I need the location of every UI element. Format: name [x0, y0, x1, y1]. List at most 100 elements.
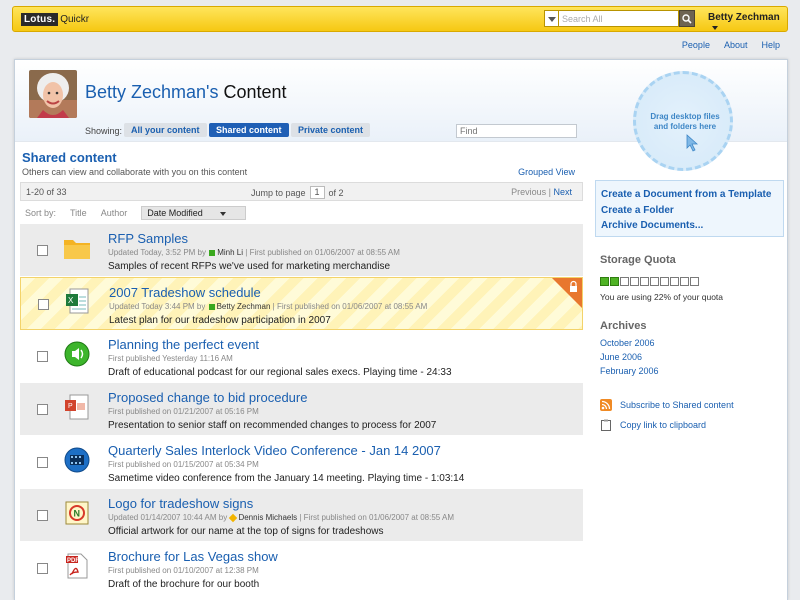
svg-text:X: X [68, 296, 74, 305]
select-checkbox[interactable] [38, 299, 49, 310]
tab-shared-content[interactable]: Shared content [209, 123, 289, 137]
quota-segment [630, 277, 639, 286]
item-title[interactable]: Logo for tradeshow signs [108, 496, 253, 511]
content-panel: Betty Zechman's Content Showing: All you… [14, 59, 788, 600]
drop-zone-text: Drag desktop files and folders here [650, 112, 720, 131]
meta-author[interactable]: Minh Li [217, 248, 243, 257]
user-menu[interactable]: Betty Zechman [708, 12, 787, 34]
list-item[interactable]: Planning the perfect event First publish… [20, 330, 583, 383]
create-document-template-link[interactable]: Create a Document from a Template [601, 187, 783, 203]
meta-prefix: Updated 01/14/2007 10:44 AM by [108, 513, 228, 522]
select-checkbox[interactable] [37, 245, 48, 256]
next-link[interactable]: Next [553, 187, 572, 197]
storage-quota-text: You are using 22% of your quota [600, 292, 724, 302]
select-checkbox[interactable] [37, 510, 48, 521]
tab-private-content[interactable]: Private content [291, 123, 371, 137]
chevron-down-icon [712, 26, 718, 31]
sort-author[interactable]: Author [101, 208, 128, 218]
meta-suffix: | First published on 01/06/2007 at 08:55… [272, 302, 428, 311]
item-description: Draft of educational podcast for our reg… [108, 367, 452, 378]
item-description: Draft of the brochure for our booth [108, 579, 260, 590]
previous-link[interactable]: Previous [511, 187, 546, 197]
create-folder-link[interactable]: Create a Folder [601, 203, 783, 219]
people-link[interactable]: People [682, 40, 710, 50]
item-meta: First published on 01/21/2007 at 05:16 P… [108, 407, 259, 416]
spreadsheet-icon: X [64, 288, 92, 316]
storage-quota-meter [600, 277, 699, 286]
select-checkbox[interactable] [37, 563, 48, 574]
search-input[interactable] [558, 10, 679, 27]
about-link[interactable]: About [724, 40, 748, 50]
copy-link-label: Copy link to clipboard [620, 420, 707, 430]
quota-segment [600, 277, 609, 286]
meta-prefix: Updated Today 3:44 PM by [109, 302, 206, 311]
meta-prefix: First published on 01/15/2007 at 05:34 P… [108, 460, 259, 469]
search-button[interactable] [679, 10, 695, 27]
result-range: 1-20 of 33 [26, 187, 67, 197]
find-input[interactable] [456, 124, 577, 138]
item-title[interactable]: Planning the perfect event [108, 337, 259, 352]
avatar[interactable] [29, 70, 77, 118]
video-icon [63, 446, 91, 474]
page-number-input[interactable]: 1 [309, 186, 325, 199]
svg-text:P: P [68, 403, 73, 410]
list-item[interactable]: Quarterly Sales Interlock Video Conferen… [20, 436, 583, 489]
tab-all-content[interactable]: All your content [124, 123, 207, 137]
item-title[interactable]: 2007 Tradeshow schedule [109, 285, 261, 300]
list-item[interactable]: P Proposed change to bid procedure First… [20, 383, 583, 436]
subscribe-link[interactable]: Subscribe to Shared content [600, 399, 734, 411]
section-subtitle: Others can view and collaborate with you… [22, 167, 248, 177]
help-link[interactable]: Help [761, 40, 780, 50]
top-bar: Lotus. Quickr Betty Zechman [12, 6, 788, 32]
storage-quota-heading: Storage Quota [600, 254, 676, 266]
meta-author[interactable]: Betty Zechman [217, 302, 271, 311]
archive-link-february-2006[interactable]: February 2006 [600, 366, 659, 376]
item-description: Sametime video conference from the Janua… [108, 473, 465, 484]
select-checkbox[interactable] [37, 351, 48, 362]
folder-icon [63, 234, 91, 262]
meta-prefix: First published on 01/21/2007 at 05:16 P… [108, 407, 259, 416]
item-title[interactable]: RFP Samples [108, 231, 188, 246]
item-description: Samples of recent RFPs we've used for ma… [108, 261, 391, 272]
list-item[interactable]: RFP Samples Updated Today, 3:52 PM by Mi… [20, 224, 583, 277]
rss-icon [600, 399, 612, 411]
archive-link-october-2006[interactable]: October 2006 [600, 338, 655, 348]
item-title[interactable]: Brochure for Las Vegas show [108, 549, 278, 564]
select-checkbox[interactable] [37, 457, 48, 468]
sort-title[interactable]: Title [70, 208, 87, 218]
sort-active-label: Date Modified [147, 208, 203, 218]
item-meta: Updated Today 3:44 PM by Betty Zechman |… [109, 302, 427, 311]
search-scope-dropdown[interactable] [544, 10, 558, 27]
archive-documents-link[interactable]: Archive Documents... [601, 218, 783, 234]
page-title-owner: Betty Zechman's [85, 82, 219, 102]
meta-author[interactable]: Dennis Michaels [238, 513, 297, 522]
file-drop-zone[interactable]: Drag desktop files and folders here [633, 71, 733, 171]
item-title[interactable]: Proposed change to bid procedure [108, 390, 307, 405]
list-item[interactable]: X 2007 Tradeshow schedule Updated Today … [20, 277, 583, 330]
pdf-icon: PDF [63, 552, 91, 580]
actions-panel: Create a Document from a Template Create… [595, 180, 784, 237]
page-title: Betty Zechman's Content [85, 82, 287, 103]
sort-date-modified[interactable]: Date Modified [141, 206, 246, 220]
online-status-icon [209, 249, 216, 256]
list-item[interactable]: N Logo for tradeshow signs Updated 01/14… [20, 489, 583, 542]
list-item[interactable]: PDF Brochure for Las Vegas show First pu… [20, 542, 583, 595]
page-title-suffix: Content [223, 82, 287, 102]
archives-heading: Archives [600, 320, 647, 332]
copy-link-button[interactable]: Copy link to clipboard [600, 419, 706, 431]
pager-nav: Previous | Next [511, 187, 572, 197]
product-logo[interactable]: Lotus. Quickr [21, 12, 89, 27]
item-title[interactable]: Quarterly Sales Interlock Video Conferen… [108, 443, 441, 458]
jump-label: Jump to page [251, 187, 306, 198]
chevron-down-icon [219, 211, 226, 216]
podcast-icon [63, 340, 91, 368]
grouped-view-link[interactable]: Grouped View [518, 167, 575, 177]
quota-segment [620, 277, 629, 286]
item-meta: Updated 01/14/2007 10:44 AM by Dennis Mi… [108, 513, 454, 523]
quota-segment [690, 277, 699, 286]
presentation-icon: P [63, 393, 91, 421]
archive-link-june-2006[interactable]: June 2006 [600, 352, 642, 362]
select-checkbox[interactable] [37, 404, 48, 415]
item-meta: First published on 01/15/2007 at 05:34 P… [108, 460, 259, 469]
section-title: Shared content [22, 150, 117, 165]
